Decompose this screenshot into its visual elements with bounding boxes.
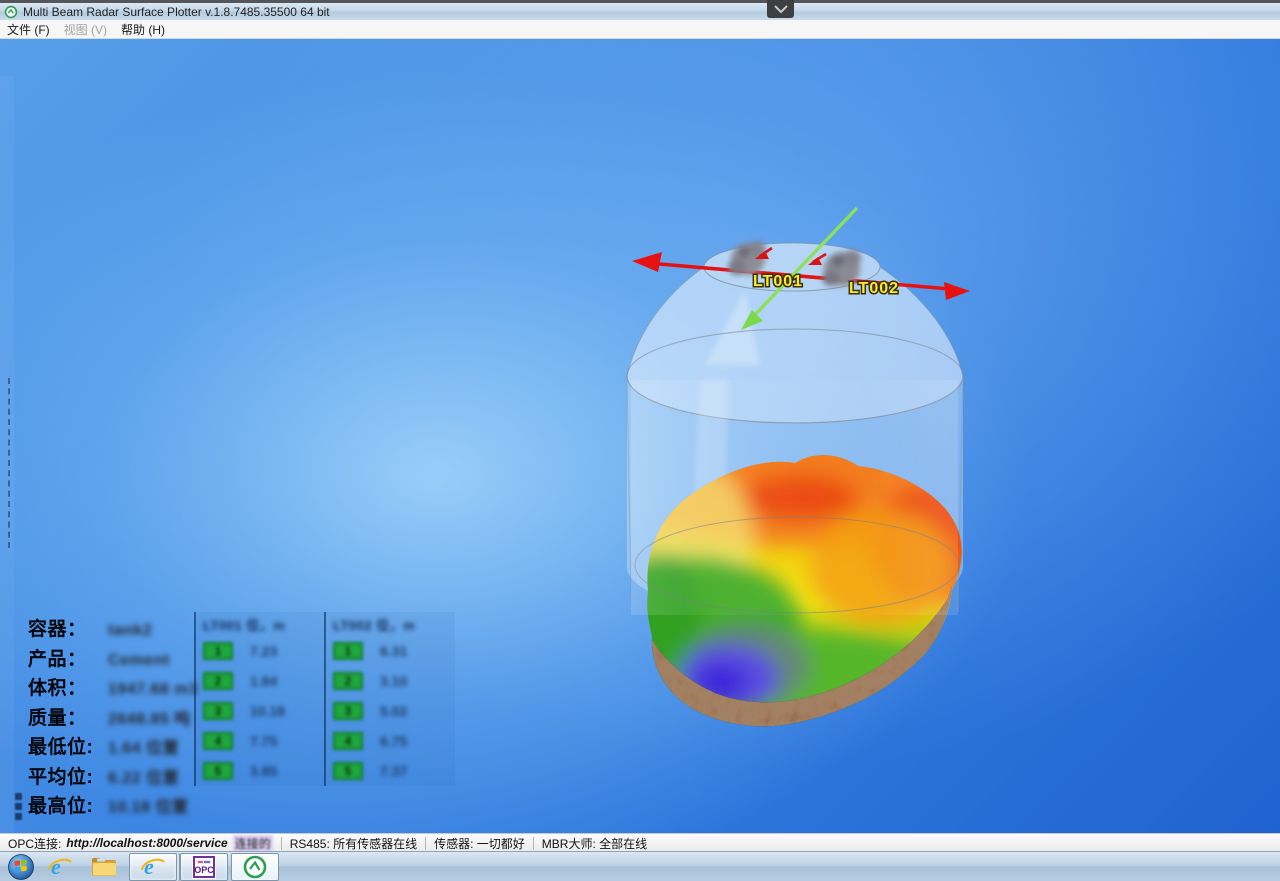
window-title: Multi Beam Radar Surface Plotter v.1.8.7…: [23, 5, 330, 19]
titlebar: Multi Beam Radar Surface Plotter v.1.8.7…: [0, 3, 1280, 21]
info-value: tank2: [108, 622, 152, 640]
chevron-down-icon[interactable]: [767, 0, 794, 18]
info-row-product: 产品：Cement: [28, 644, 198, 674]
status-sensors: 传感器: 一切都好: [426, 835, 533, 852]
beam-value: 7.37: [380, 763, 407, 779]
windows-logo-icon: [7, 853, 35, 881]
table-row: 23.10: [333, 666, 455, 696]
taskbar-internet-explorer-window[interactable]: e: [129, 853, 177, 881]
menu-file[interactable]: 文件 (F): [0, 20, 57, 38]
info-row-avg-level: 平均位:6.22 位置: [28, 762, 198, 792]
info-value: Cement: [108, 652, 170, 670]
beam-value: 3.85: [250, 763, 277, 779]
status-mbr: MBR大师: 全部在线: [534, 835, 655, 852]
table-row: 57.37: [333, 756, 455, 786]
info-row-mass: 质量：2648.85 吨: [28, 703, 198, 733]
table-row: 47.75: [203, 726, 325, 756]
taskbar-file-explorer[interactable]: [82, 854, 126, 880]
info-label: 最高位:: [28, 791, 108, 818]
beam-index-cell: 5: [203, 762, 233, 780]
beam-value: 3.10: [380, 673, 407, 689]
table-row: 17.23: [203, 636, 325, 666]
info-label: 容器：: [28, 614, 108, 641]
info-value: 1.64 位置: [108, 734, 179, 758]
start-button[interactable]: [4, 853, 38, 881]
taskbar: e e OPC: [0, 851, 1280, 881]
table-header: LT001 位，m: [203, 612, 325, 636]
status-opc-url: http://localhost:8000/service: [66, 836, 227, 850]
material-surface-plot: [573, 380, 1005, 726]
sensor-table-lt001: LT001 位，m 17.23 21.84 310.18 47.75 53.85: [194, 612, 325, 786]
menu-help[interactable]: 帮助 (H): [114, 20, 172, 38]
svg-text:e: e: [51, 854, 61, 879]
info-value: 2648.85 吨: [108, 705, 191, 729]
info-label: 体积：: [28, 673, 108, 700]
beam-index-cell: 3: [333, 702, 363, 720]
folder-icon: [91, 856, 118, 878]
menu-view[interactable]: 视图 (V): [57, 20, 114, 38]
beam-value: 1.84: [250, 673, 277, 689]
table-header: LT002 位，m: [333, 612, 455, 636]
info-label: 平均位:: [28, 762, 108, 789]
status-opc-label: OPC连接:: [8, 835, 61, 852]
info-label: 最低位:: [28, 732, 108, 759]
svg-text:OPC: OPC: [194, 865, 214, 875]
sensor-label-lt002: LT002: [849, 280, 899, 297]
mbr-plotter-icon: [242, 854, 268, 880]
status-opc-state: 连接的: [233, 835, 273, 852]
svg-text:e: e: [144, 854, 154, 879]
beam-value: 6.75: [380, 733, 407, 749]
taskbar-opc-client[interactable]: OPC: [180, 853, 228, 881]
application-window: Multi Beam Radar Surface Plotter v.1.8.7…: [0, 0, 1280, 881]
sensor-table-lt002: LT002 位，m 16.31 23.10 35.02 46.75 57.37: [324, 612, 455, 786]
beam-value: 5.02: [380, 703, 407, 719]
beam-value: 7.75: [250, 733, 277, 749]
status-opc: OPC连接: http://localhost:8000/service 连接的: [0, 835, 281, 852]
table-row: 35.02: [333, 696, 455, 726]
beam-index-cell: 3: [203, 702, 233, 720]
info-row-container: 容器：tank2: [28, 614, 198, 644]
app-logo-icon: [4, 5, 18, 19]
opc-client-icon: OPC: [191, 854, 217, 880]
beam-index-cell: 4: [333, 732, 363, 750]
info-value: 10.18 位置: [108, 793, 189, 817]
info-row-volume: 体积：1947.68 m3: [28, 673, 198, 703]
tank-info-panel: 容器：tank2 产品：Cement 体积：1947.68 m3 质量：2648…: [28, 614, 198, 821]
info-value: 6.22 位置: [108, 764, 179, 788]
info-row-min-level: 最低位:1.64 位置: [28, 732, 198, 762]
info-label: 产品：: [28, 644, 108, 671]
beam-index-cell: 2: [333, 672, 363, 690]
beam-index-cell: 1: [333, 642, 363, 660]
info-row-max-level: 最高位:10.18 位置: [28, 791, 198, 821]
sensor-label-lt001: LT001: [753, 273, 803, 290]
table-row: 16.31: [333, 636, 455, 666]
info-value: 1947.68 m3: [108, 681, 198, 699]
beam-index-cell: 1: [203, 642, 233, 660]
table-row: 46.75: [333, 726, 455, 756]
beam-value: 6.31: [380, 643, 407, 659]
taskbar-internet-explorer[interactable]: e: [38, 854, 82, 880]
table-row: 310.18: [203, 696, 325, 726]
table-row: 21.84: [203, 666, 325, 696]
beam-index-cell: 5: [333, 762, 363, 780]
internet-explorer-icon: e: [140, 854, 166, 880]
table-row: 53.85: [203, 756, 325, 786]
menubar: 文件 (F) 视图 (V) 帮助 (H): [0, 20, 1280, 39]
taskbar-mbr-plotter[interactable]: [231, 853, 279, 881]
top-connection-strip: [0, 0, 1280, 3]
beam-value: 7.23: [250, 643, 277, 659]
internet-explorer-icon: e: [47, 854, 73, 880]
beam-index-cell: 4: [203, 732, 233, 750]
statusbar: OPC连接: http://localhost:8000/service 连接的…: [0, 833, 1280, 852]
status-rs485: RS485: 所有传感器在线: [282, 835, 425, 852]
beam-index-cell: 2: [203, 672, 233, 690]
beam-value: 10.18: [250, 703, 285, 719]
info-label: 质量：: [28, 703, 108, 730]
